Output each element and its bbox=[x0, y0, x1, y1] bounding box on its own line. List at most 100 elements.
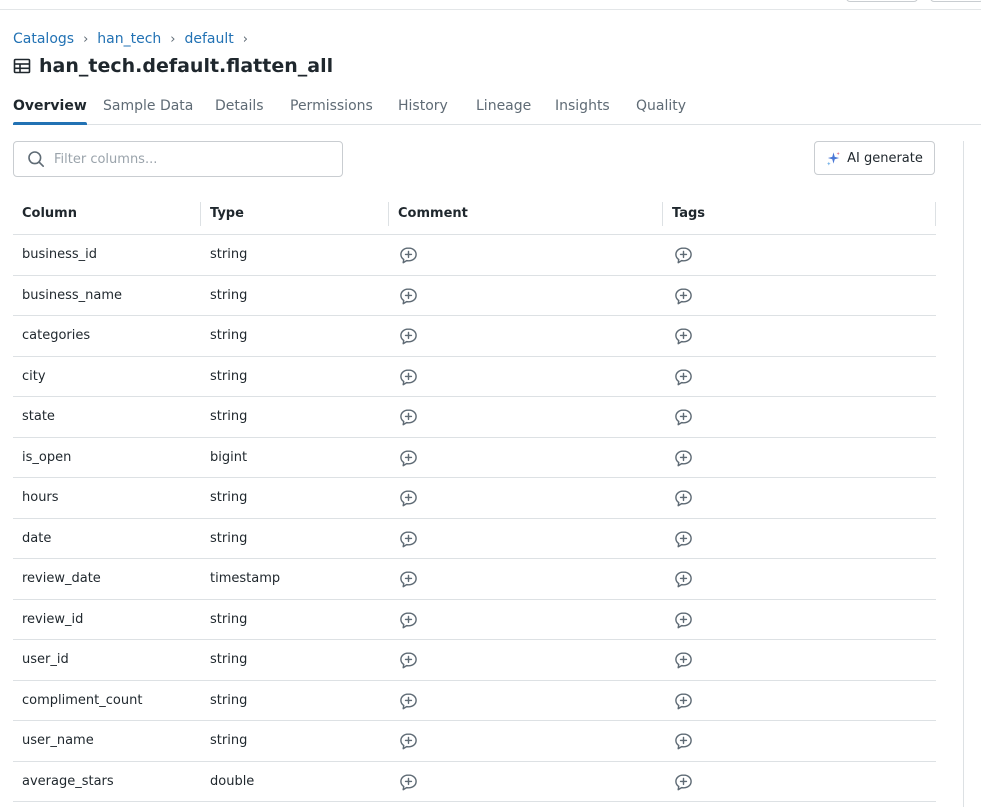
column-name: date bbox=[22, 530, 52, 546]
column-type: bigint bbox=[210, 449, 248, 465]
add-tag-icon[interactable] bbox=[674, 530, 693, 549]
table-row: business_name string bbox=[13, 276, 936, 316]
tab-quality[interactable]: Quality bbox=[636, 94, 686, 124]
column-type: string bbox=[210, 692, 248, 708]
tab-sample-data[interactable]: Sample Data bbox=[103, 94, 193, 124]
column-name: hours bbox=[22, 490, 59, 505]
column-type: string bbox=[210, 530, 248, 546]
tab-details[interactable]: Details bbox=[215, 94, 264, 124]
add-tag-icon[interactable] bbox=[674, 489, 693, 508]
column-type: string bbox=[210, 652, 248, 667]
add-tag-icon[interactable] bbox=[674, 570, 693, 589]
search-icon bbox=[28, 151, 45, 168]
table-row: user_name string bbox=[13, 721, 936, 762]
column-name: average_stars bbox=[22, 773, 114, 789]
add-comment-icon[interactable] bbox=[399, 368, 418, 387]
column-type: string bbox=[210, 287, 248, 303]
table-row: average_stars double bbox=[13, 762, 936, 802]
column-type: string bbox=[210, 368, 248, 384]
table-row: compliment_count string bbox=[13, 681, 936, 721]
table-body: business_id string business_name string cate… bbox=[13, 235, 936, 802]
breadcrumb-catalogs[interactable]: Catalogs bbox=[13, 31, 74, 47]
tab-overview[interactable]: Overview bbox=[13, 94, 87, 125]
column-type: string bbox=[210, 733, 248, 748]
column-type: string bbox=[210, 247, 248, 262]
page-title: han_tech.default.flatten_all bbox=[39, 55, 334, 77]
column-name: business_id bbox=[22, 247, 98, 262]
breadcrumb-schema[interactable]: default bbox=[184, 31, 233, 47]
add-comment-icon[interactable] bbox=[399, 449, 418, 468]
table-row: state string bbox=[13, 397, 936, 438]
table-row: city string bbox=[13, 357, 936, 397]
column-name: user_id bbox=[22, 652, 69, 667]
tab-history[interactable]: History bbox=[398, 94, 448, 124]
breadcrumb-separator: › bbox=[242, 31, 248, 47]
tab-lineage[interactable]: Lineage bbox=[476, 94, 531, 124]
column-name: review_id bbox=[22, 611, 84, 627]
add-comment-icon[interactable] bbox=[399, 489, 418, 508]
table-row: business_id string bbox=[13, 235, 936, 276]
tab-bar: Overview Sample Data Details Permissions… bbox=[13, 94, 981, 125]
column-name: state bbox=[22, 409, 55, 424]
add-tag-icon[interactable] bbox=[674, 732, 693, 751]
breadcrumb: Catalogs › han_tech › default › bbox=[13, 30, 257, 48]
ai-generate-label: AI generate bbox=[847, 150, 923, 166]
add-tag-icon[interactable] bbox=[674, 408, 693, 427]
breadcrumb-separator: › bbox=[83, 31, 89, 47]
table-row: categories string bbox=[13, 316, 936, 357]
column-type: string bbox=[210, 611, 248, 627]
add-comment-icon[interactable] bbox=[399, 732, 418, 751]
sparkle-icon bbox=[827, 151, 840, 166]
add-comment-icon[interactable] bbox=[399, 530, 418, 549]
tab-insights[interactable]: Insights bbox=[555, 94, 610, 124]
column-type: string bbox=[210, 328, 248, 343]
table-row: hours string bbox=[13, 478, 936, 519]
add-tag-icon[interactable] bbox=[674, 246, 693, 265]
table-row: is_open bigint bbox=[13, 438, 936, 478]
title-row: han_tech.default.flatten_all bbox=[13, 54, 333, 78]
header-type[interactable]: Type bbox=[201, 194, 389, 234]
column-type: string bbox=[210, 490, 248, 505]
table-icon bbox=[13, 58, 31, 74]
column-name: city bbox=[22, 368, 46, 384]
columns-table: Column Type Comment Tags business_idstri… bbox=[13, 194, 936, 802]
breadcrumb-catalog[interactable]: han_tech bbox=[97, 31, 161, 47]
add-comment-icon[interactable] bbox=[399, 408, 418, 427]
column-name: compliment_count bbox=[22, 692, 143, 708]
table-row: review_id string bbox=[13, 600, 936, 640]
top-action-button-1[interactable] bbox=[846, 0, 918, 2]
add-tag-icon[interactable] bbox=[674, 368, 693, 387]
table-row: user_id string bbox=[13, 640, 936, 681]
add-comment-icon[interactable] bbox=[399, 651, 418, 670]
add-comment-icon[interactable] bbox=[399, 611, 418, 630]
add-comment-icon[interactable] bbox=[399, 773, 418, 792]
column-name: business_name bbox=[22, 287, 123, 303]
column-name: categories bbox=[22, 328, 91, 343]
add-comment-icon[interactable] bbox=[399, 692, 418, 711]
table-row: review_date timestamp bbox=[13, 559, 936, 600]
filter-columns-input[interactable] bbox=[54, 142, 334, 176]
header-column[interactable]: Column bbox=[13, 194, 201, 234]
header-comment[interactable]: Comment bbox=[389, 194, 663, 234]
table-row: date string bbox=[13, 519, 936, 559]
add-tag-icon[interactable] bbox=[674, 287, 693, 306]
ai-generate-button[interactable]: AI generate bbox=[814, 141, 935, 175]
add-tag-icon[interactable] bbox=[674, 327, 693, 346]
top-action-button-2[interactable] bbox=[930, 0, 981, 2]
add-tag-icon[interactable] bbox=[674, 692, 693, 711]
column-type: timestamp bbox=[210, 571, 281, 586]
add-comment-icon[interactable] bbox=[399, 246, 418, 265]
column-name: is_open bbox=[22, 449, 72, 465]
tab-permissions[interactable]: Permissions bbox=[290, 94, 373, 124]
add-tag-icon[interactable] bbox=[674, 651, 693, 670]
column-divider[interactable] bbox=[935, 202, 936, 226]
add-tag-icon[interactable] bbox=[674, 611, 693, 630]
scrollbar-track[interactable] bbox=[963, 141, 964, 807]
column-type: string bbox=[210, 409, 248, 424]
add-tag-icon[interactable] bbox=[674, 773, 693, 792]
add-tag-icon[interactable] bbox=[674, 449, 693, 468]
add-comment-icon[interactable] bbox=[399, 570, 418, 589]
add-comment-icon[interactable] bbox=[399, 327, 418, 346]
add-comment-icon[interactable] bbox=[399, 287, 418, 306]
header-tags[interactable]: Tags bbox=[663, 194, 936, 234]
